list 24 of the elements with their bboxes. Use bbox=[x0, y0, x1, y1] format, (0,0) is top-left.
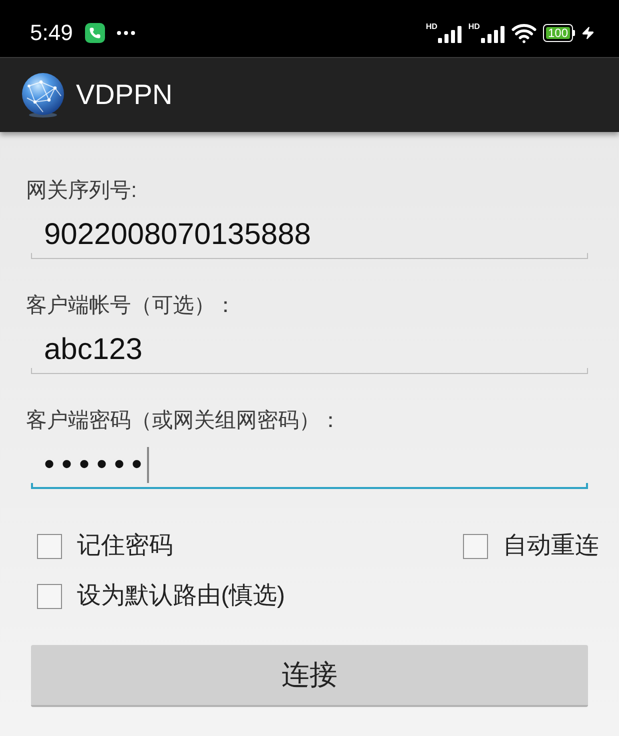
clock-time: 5:49 bbox=[30, 22, 73, 44]
input-field[interactable]: •••••• bbox=[31, 443, 588, 489]
hd-label: HD bbox=[468, 22, 480, 30]
phone-icon bbox=[84, 22, 105, 42]
signal-icon bbox=[480, 26, 505, 42]
field-label: 客户端密码（或网关组网密码）： bbox=[26, 408, 341, 434]
globe-icon bbox=[21, 72, 65, 118]
input-field[interactable]: 9022008070135888 bbox=[31, 213, 588, 259]
input-field[interactable]: abc123 bbox=[31, 328, 588, 374]
more-icon bbox=[116, 30, 135, 34]
checkbox-label: 记住密码 bbox=[77, 531, 173, 561]
checkbox-label: 自动重连 bbox=[503, 531, 599, 561]
hd-label: HD bbox=[426, 22, 438, 30]
checkbox[interactable] bbox=[463, 534, 488, 558]
field-label: 客户端帐号（可选）： bbox=[26, 293, 236, 319]
checkbox-label: 设为默认路由(慎选) bbox=[77, 581, 285, 611]
battery-indicator: 100 bbox=[542, 24, 575, 42]
signal-icon bbox=[438, 26, 462, 42]
checkbox[interactable] bbox=[37, 534, 62, 558]
text-cursor bbox=[147, 447, 150, 483]
checkbox[interactable] bbox=[37, 584, 62, 608]
field-label: 网关序列号: bbox=[26, 178, 137, 204]
app-title: VDPPN bbox=[76, 81, 172, 109]
connect-button[interactable]: 连接 bbox=[31, 645, 588, 707]
